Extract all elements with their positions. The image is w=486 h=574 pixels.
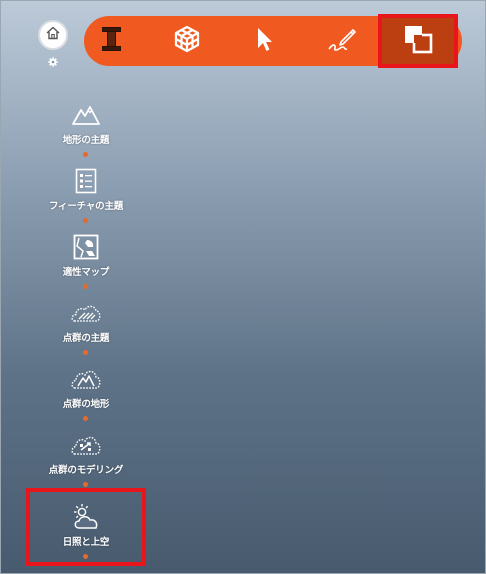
- tool-select[interactable]: [236, 16, 292, 66]
- textured-block-icon: [99, 24, 125, 58]
- home-button[interactable]: [38, 20, 68, 50]
- nav-item-point-cloud-modeling[interactable]: 点群のモデリング: [30, 428, 142, 488]
- connector-dot: [83, 350, 88, 355]
- connector-dot: [83, 482, 88, 487]
- gear-icon: [48, 52, 58, 71]
- tool-overlap[interactable]: [378, 14, 458, 68]
- nav-item-terrain-theme[interactable]: 地形の主題: [30, 98, 142, 158]
- tool-textured-block[interactable]: [84, 16, 140, 66]
- mountain-icon: [71, 100, 101, 130]
- nav-item-label: フィーチャの主題: [48, 201, 124, 212]
- nav-item-point-cloud-terrain[interactable]: 点群の地形: [30, 362, 142, 422]
- nav-item-label: 点群のモデリング: [48, 465, 124, 476]
- nav-item-suitability-map[interactable]: 適性マップ: [30, 230, 142, 290]
- arrow-pointer-icon: [252, 25, 276, 57]
- connector-dot: [83, 554, 88, 559]
- nav-item-sun-and-sky[interactable]: 日照と上空: [26, 488, 146, 566]
- home-icon: [45, 25, 61, 45]
- overlap-squares-icon: [402, 23, 434, 59]
- connector-dot: [83, 416, 88, 421]
- connector-dot: [83, 218, 88, 223]
- tool-sketch[interactable]: [314, 16, 370, 66]
- nav-item-point-cloud-theme[interactable]: 点群の主題: [30, 296, 142, 356]
- sun-cloud-icon: [71, 502, 101, 532]
- nav-item-label: 点群の主題: [62, 333, 110, 344]
- nav-item-feature-theme[interactable]: フィーチャの主題: [30, 164, 142, 224]
- feature-list-icon: [71, 166, 101, 196]
- nav-item-label: 日照と上空: [62, 537, 110, 548]
- connector-dot: [83, 284, 88, 289]
- nav-item-label: 点群の地形: [62, 399, 110, 410]
- suitability-map-icon: [71, 232, 101, 262]
- nav-item-label: 地形の主題: [62, 135, 110, 146]
- point-cloud-modeling-icon: [71, 430, 101, 460]
- cube-mesh-icon: [172, 24, 202, 58]
- tool-cube-mesh[interactable]: [159, 16, 215, 66]
- nav-item-label: 適性マップ: [62, 267, 110, 278]
- settings-button[interactable]: [48, 56, 58, 67]
- point-cloud-icon: [71, 298, 101, 328]
- point-cloud-terrain-icon: [71, 364, 101, 394]
- pen-sketch-icon: [327, 25, 357, 57]
- top-toolbar: [84, 14, 462, 68]
- connector-dot: [83, 152, 88, 157]
